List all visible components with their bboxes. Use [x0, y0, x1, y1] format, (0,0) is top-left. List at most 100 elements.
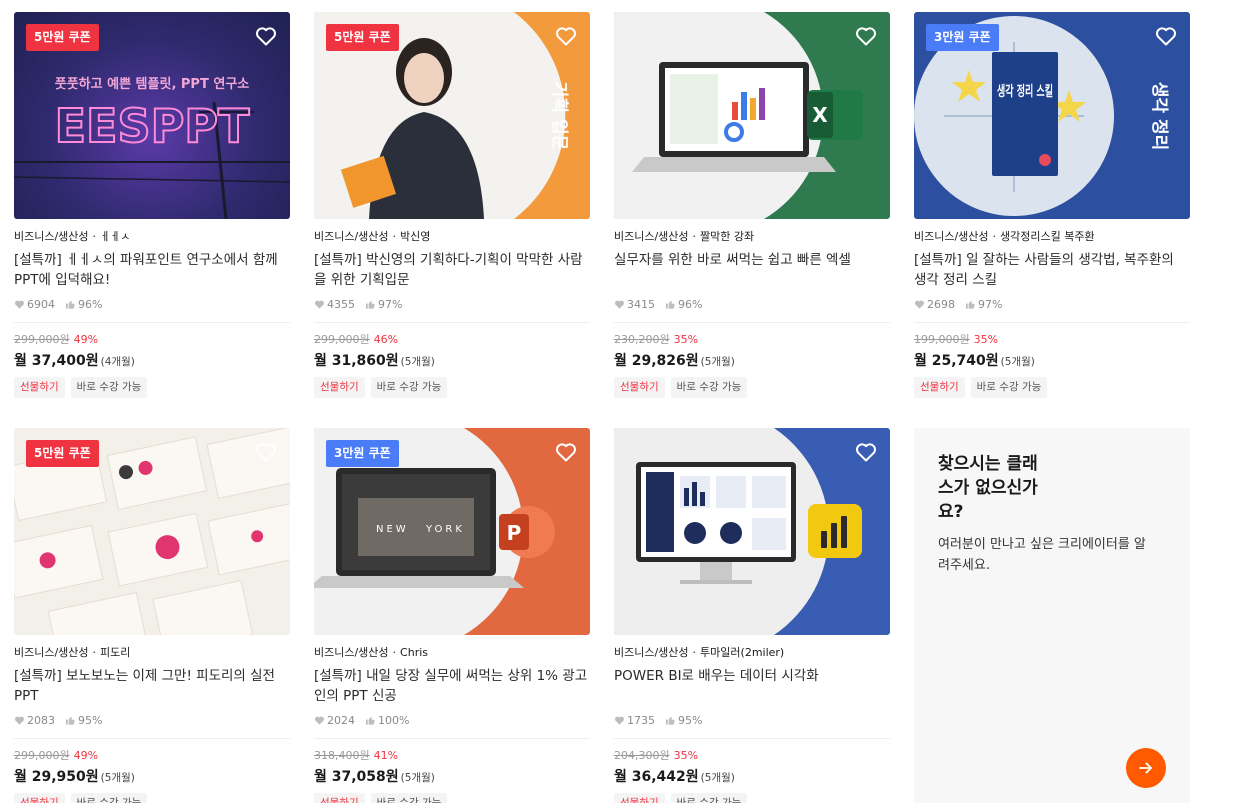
course-category: 비즈니스/생산성 · 짤막한 강좌: [614, 230, 755, 243]
course-card[interactable]: X 비즈니스/생산성 · 짤막한 강좌 실무자를 위한 바로 써먹는 쉽고 빠른 엑…: [614, 12, 890, 398]
instant-access-tag: 바로 수강 가능: [70, 377, 148, 398]
course-category: 비즈니스/생산성 · 박신영: [314, 230, 431, 243]
installment: (5개월): [1000, 356, 1035, 368]
original-price: 318,400원: [314, 749, 370, 762]
like-count: 6904: [27, 297, 55, 311]
screen-text-york: YORK: [425, 524, 465, 535]
heart-icon[interactable]: [554, 24, 578, 48]
course-title[interactable]: POWER BI로 배우는 데이터 시각화: [614, 666, 890, 706]
installment: (4개월): [100, 356, 135, 368]
course-card[interactable]: NEW YORK P 3만원 쿠폰 비즈니스/생산성 · Chris [설특까] 내…: [314, 428, 590, 803]
monthly-price: 월 25,740원 (5개월): [914, 353, 1035, 369]
discount-rate: 46%: [373, 333, 399, 346]
instant-access-tag: 바로 수강 가능: [970, 377, 1048, 398]
instant-access-tag: 바로 수강 가능: [670, 377, 748, 398]
discount-rate: 35%: [973, 333, 999, 346]
creator-name: 박신영: [400, 230, 431, 243]
like-heart-icon: [315, 716, 324, 725]
course-thumbnail[interactable]: X: [614, 12, 890, 219]
gift-tag: 선물하기: [614, 793, 665, 803]
thumbnail-art: X: [614, 12, 863, 219]
installment: (5개월): [700, 772, 735, 784]
discount-rate: 41%: [373, 749, 399, 762]
gift-tag: 선물하기: [614, 377, 665, 398]
course-thumbnail[interactable]: 기획 입문 5만원 쿠폰: [314, 12, 590, 219]
thumbs-up-icon: [365, 300, 375, 309]
original-price-row: 299,000원 46%: [314, 333, 590, 347]
course-thumbnail[interactable]: 5만원 쿠폰: [14, 428, 290, 635]
gift-tag: 선물하기: [14, 377, 65, 398]
discount-rate: 49%: [73, 333, 99, 346]
course-card[interactable]: 5만원 쿠폰 비즈니스/생산성 · 피도리 [설특까] 보노보노는 이제 그만! 피…: [14, 428, 290, 803]
like-heart-icon: [615, 300, 624, 309]
course-card[interactable]: 비즈니스/생산성 · 투마일러(2miler) POWER BI로 배우는 데이터 …: [614, 428, 890, 803]
heart-icon[interactable]: [854, 440, 878, 464]
course-stats: 1735 95%: [614, 712, 890, 728]
monthly-price: 월 37,058원 (5개월): [314, 769, 435, 785]
class-request-card[interactable]: 찾으시는 클래스가 없으신가요? 여러분이 만나고 싶은 크리에이터를 알려주세…: [914, 428, 1190, 803]
rating: 96%: [78, 297, 103, 311]
tag-list: 선물하기 바로 수강 가능: [914, 377, 1190, 398]
course-title[interactable]: [설특까] 박신영의 기획하다-기획이 막막한 사람을 위한 기획입문: [314, 250, 590, 290]
course-card[interactable]: 생각 정리 스킬 생각 정리 3만원 쿠폰 비즈니스/생산성 · 생각정리스킬 복주…: [914, 12, 1190, 398]
course-category: 비즈니스/생산성 · 피도리: [14, 646, 131, 659]
divider: [14, 322, 290, 323]
original-price-row: 204,300원 35%: [614, 749, 890, 763]
like-count: 2024: [327, 713, 355, 727]
course-stats: 6904 96%: [14, 296, 290, 312]
like-count: 3415: [627, 297, 655, 311]
original-price-row: 318,400원 41%: [314, 749, 590, 763]
arrow-right-icon: [1139, 762, 1152, 774]
thumb-label: 기획 입문: [549, 82, 569, 151]
course-card[interactable]: 풋풋하고 예쁜 템플릿, PPT 연구소 EESPPT 5만원 쿠폰 비즈니스/…: [14, 12, 290, 398]
course-stats: 4355 97%: [314, 296, 590, 312]
instant-access-tag: 바로 수강 가능: [370, 793, 448, 803]
course-title[interactable]: [설특까] 보노보노는 이제 그만! 피도리의 실전 PPT: [14, 666, 290, 706]
request-button[interactable]: [1126, 748, 1166, 788]
gift-tag: 선물하기: [314, 377, 365, 398]
divider: [14, 738, 290, 739]
original-price: 299,000원: [14, 333, 70, 346]
rating: 95%: [78, 713, 103, 727]
gift-tag: 선물하기: [914, 377, 965, 398]
rating: 100%: [378, 713, 410, 727]
discount-rate: 35%: [673, 749, 699, 762]
original-price-row: 199,000원 35%: [914, 333, 1190, 347]
course-card[interactable]: 기획 입문 5만원 쿠폰 비즈니스/생산성 · 박신영 [설특까] 박신영의 기획하…: [314, 12, 590, 398]
heart-icon[interactable]: [554, 440, 578, 464]
tag-list: 선물하기 바로 수강 가능: [314, 377, 590, 398]
divider: [614, 322, 890, 323]
discount-rate: 35%: [673, 333, 699, 346]
heart-icon[interactable]: [1154, 24, 1178, 48]
creator-name: 생각정리스킬 복주환: [1000, 230, 1095, 243]
thumbs-up-icon: [665, 716, 675, 725]
course-thumbnail[interactable]: NEW YORK P 3만원 쿠폰: [314, 428, 590, 635]
course-title[interactable]: [설특까] 내일 당장 실무에 써먹는 상위 1% 광고인의 PPT 신공: [314, 666, 590, 706]
creator-name: 짤막한 강좌: [700, 230, 755, 243]
request-description: 여러분이 만나고 싶은 크리에이터를 알려주세요.: [938, 537, 1146, 573]
heart-icon[interactable]: [854, 24, 878, 48]
like-heart-icon: [15, 300, 24, 309]
course-title[interactable]: 실무자를 위한 바로 써먹는 쉽고 빠른 엑셀: [614, 250, 890, 290]
heart-icon[interactable]: [254, 24, 278, 48]
divider: [914, 322, 1190, 323]
course-thumbnail[interactable]: 풋풋하고 예쁜 템플릿, PPT 연구소 EESPPT 5만원 쿠폰: [14, 12, 290, 219]
gift-tag: 선물하기: [314, 793, 365, 803]
course-title[interactable]: [설특까] 일 잘하는 사람들의 생각법, 복주환의 생각 정리 스킬: [914, 250, 1190, 290]
rating: 97%: [978, 297, 1003, 311]
original-price: 199,000원: [914, 333, 970, 346]
tag-list: 선물하기 바로 수강 가능: [314, 793, 590, 803]
course-thumbnail[interactable]: [614, 428, 890, 635]
heart-icon[interactable]: [254, 440, 278, 464]
course-thumbnail[interactable]: 생각 정리 스킬 생각 정리 3만원 쿠폰: [914, 12, 1190, 219]
installment: (5개월): [100, 772, 135, 784]
course-stats: 2024 100%: [314, 712, 590, 728]
thumbs-up-icon: [65, 716, 75, 725]
like-count: 1735: [627, 713, 655, 727]
thumbs-up-icon: [65, 300, 75, 309]
gift-tag: 선물하기: [14, 793, 65, 803]
like-heart-icon: [15, 716, 24, 725]
course-title[interactable]: [설특까] ㅔㅔㅅ의 파워포인트 연구소에서 함께 PPT에 입덕해요!: [14, 250, 290, 290]
book-title: 생각 정리 스킬: [997, 83, 1053, 100]
installment: (5개월): [400, 772, 435, 784]
